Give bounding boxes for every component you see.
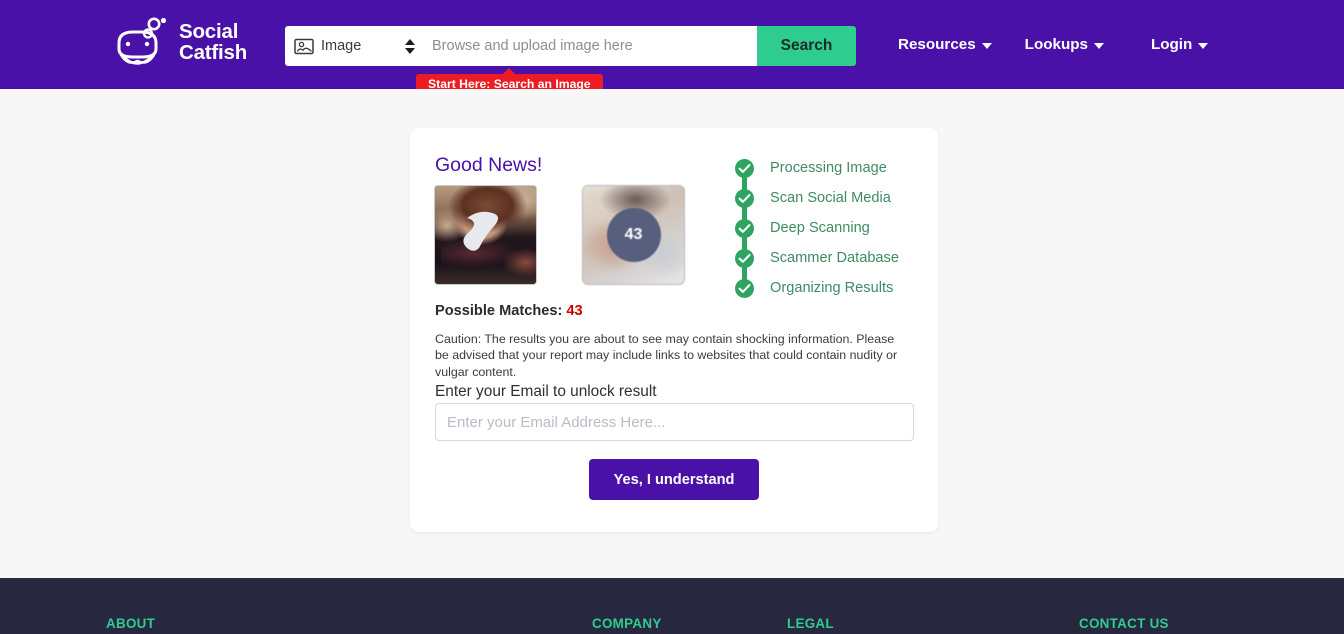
- search-type-label: Image: [321, 38, 362, 54]
- step-organizing-results: Organizing Results: [735, 273, 925, 303]
- step-processing-image: Processing Image: [735, 153, 925, 198]
- check-circle-icon: [735, 278, 754, 298]
- step-label: Scammer Database: [770, 250, 899, 266]
- chevron-down-icon: [1198, 42, 1209, 49]
- uploaded-photo-thumbnail[interactable]: [434, 185, 537, 285]
- result-count-badge: 43: [606, 208, 661, 262]
- caution-text: Caution: The results you are about to se…: [435, 332, 898, 379]
- check-circle-icon: [735, 158, 754, 178]
- step-label: Organizing Results: [770, 280, 894, 296]
- step-deep-scanning: Deep Scanning: [735, 213, 925, 258]
- possible-matches: Possible Matches: 43: [435, 303, 583, 319]
- step-scan-social-media: Scan Social Media: [735, 183, 925, 228]
- check-circle-icon: [735, 218, 754, 238]
- step-label: Processing Image: [770, 160, 887, 176]
- search-input[interactable]: [425, 26, 757, 66]
- nav-item-login[interactable]: Login: [1150, 36, 1209, 53]
- brand-line-1: Social: [179, 20, 239, 44]
- results-card: Good News! 43 Processing Image Scan Soci…: [410, 128, 938, 532]
- site-footer: ABOUT COMPANY LEGAL CONTACT US: [0, 578, 1344, 634]
- possible-matches-label: Possible Matches:: [435, 303, 563, 319]
- main-nav: Resources Lookups Login: [898, 0, 1209, 89]
- nav-item-resources[interactable]: Resources: [898, 36, 992, 53]
- catfish-logo-icon: [112, 17, 170, 69]
- step-label: Deep Scanning: [770, 220, 870, 236]
- email-field-label: Enter your Email to unlock result: [435, 383, 657, 400]
- possible-matches-count: 43: [566, 303, 583, 319]
- chevron-down-icon: [1093, 42, 1104, 49]
- nav-item-lookups[interactable]: Lookups: [1025, 36, 1104, 53]
- image-person-icon: [294, 38, 314, 55]
- nav-resources-label: Resources: [898, 36, 976, 53]
- search-bar: Image Search: [285, 26, 856, 66]
- chevron-down-icon: [981, 42, 992, 49]
- brand-line-2: Catfish: [179, 41, 248, 64]
- blurred-result-thumbnail[interactable]: 43: [582, 185, 685, 285]
- search-type-select[interactable]: Image: [285, 26, 425, 66]
- main-stage: Good News! 43 Processing Image Scan Soci…: [0, 89, 1344, 578]
- yes-i-understand-button[interactable]: Yes, I understand: [589, 459, 759, 500]
- nav-lookups-label: Lookups: [1024, 36, 1088, 53]
- up-down-spinner-icon[interactable]: [405, 38, 415, 54]
- step-label: Scan Social Media: [770, 190, 891, 206]
- brand-wordmark: Social Catfish: [179, 20, 248, 64]
- nav-login-label: Login: [1150, 36, 1193, 53]
- step-scammer-database: Scammer Database: [735, 243, 925, 288]
- check-circle-icon: [735, 188, 754, 208]
- check-circle-icon: [735, 248, 754, 268]
- brand-logo[interactable]: Social Catfish: [112, 17, 247, 69]
- footer-heading-legal: LEGAL: [787, 616, 834, 631]
- card-title: Good News!: [435, 154, 543, 176]
- search-button[interactable]: Search: [757, 26, 856, 66]
- email-field[interactable]: [435, 403, 914, 441]
- progress-steps: Processing Image Scan Social Media Deep …: [735, 153, 925, 303]
- footer-heading-company: COMPANY: [592, 616, 662, 631]
- photo-overlay-shape-icon: [455, 204, 507, 256]
- footer-heading-contact-us: CONTACT US: [1079, 616, 1169, 631]
- footer-heading-about: ABOUT: [106, 616, 156, 631]
- site-header: Social Catfish Image Search Start Here: …: [0, 0, 1344, 96]
